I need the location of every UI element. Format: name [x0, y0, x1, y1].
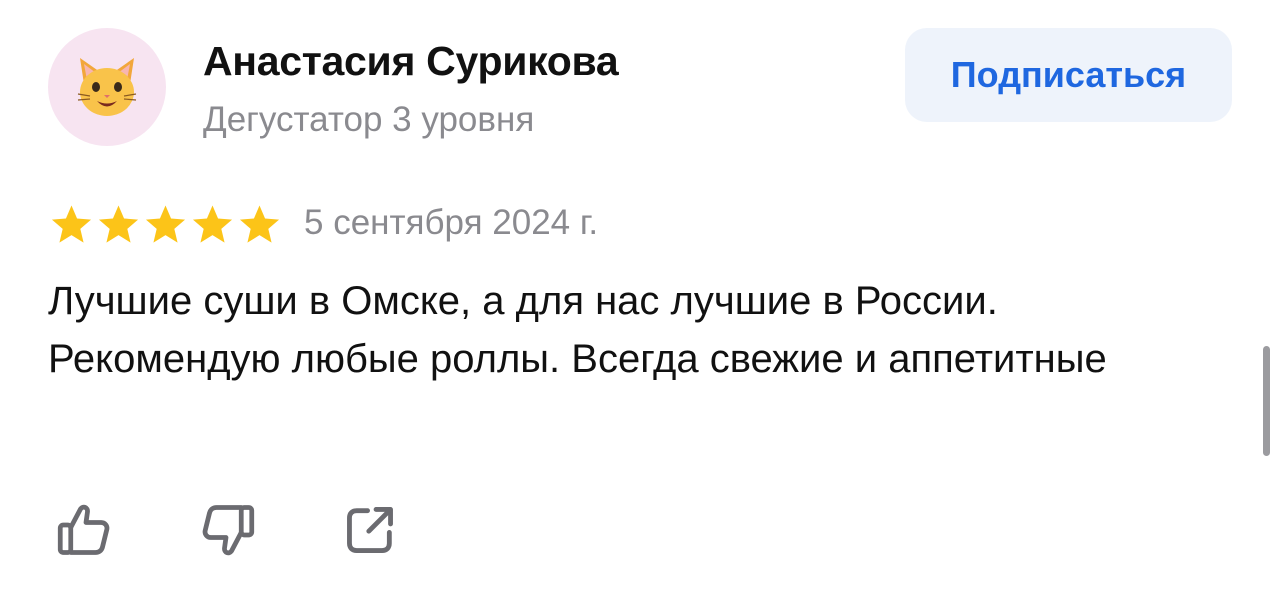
star-icon — [239, 205, 280, 243]
thumbs-down-icon — [202, 505, 255, 556]
subscribe-button[interactable]: Подписаться — [905, 28, 1232, 122]
scrollbar[interactable] — [1263, 346, 1270, 456]
dislike-button[interactable] — [196, 498, 260, 562]
star-icon — [145, 205, 186, 243]
review-text: Лучшие суши в Омске, а для нас лучшие в … — [48, 279, 1107, 381]
like-button[interactable] — [52, 498, 116, 562]
star-icon — [98, 205, 139, 243]
cat-face-emoji-icon — [77, 58, 137, 116]
author-name[interactable]: Анастасия Сурикова — [203, 38, 619, 85]
author-level: Дегустатор 3 уровня — [203, 100, 535, 139]
share-button[interactable] — [338, 498, 402, 562]
thumbs-up-icon — [57, 504, 110, 555]
share-icon — [347, 507, 393, 553]
star-icon — [51, 205, 92, 243]
avatar[interactable] — [48, 28, 166, 146]
review-date: 5 сентября 2024 г. — [304, 203, 599, 242]
star-icon — [192, 205, 233, 243]
rating-stars — [48, 202, 283, 248]
